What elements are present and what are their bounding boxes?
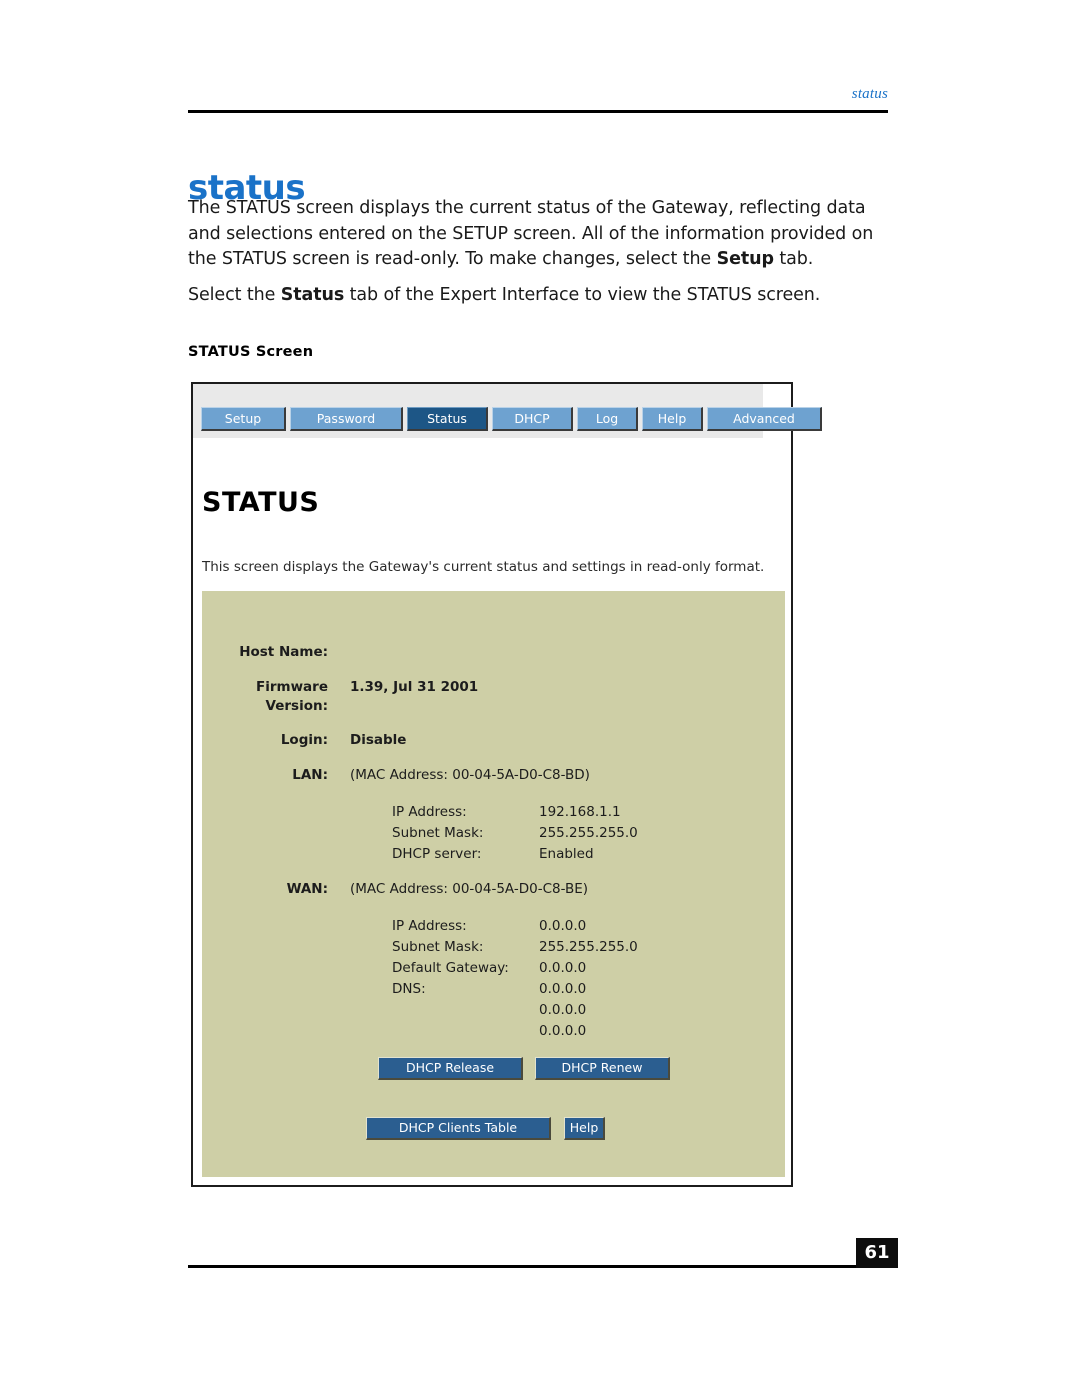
tab-help[interactable]: Help: [642, 407, 703, 431]
host-name-label: Host Name:: [239, 644, 328, 660]
login-value: Disable: [350, 732, 407, 748]
paragraph-1: The STATUS screen displays the current s…: [188, 196, 888, 273]
tab-status[interactable]: Status: [407, 407, 488, 431]
wan-dns-value-3: 0.0.0.0: [539, 1023, 587, 1039]
wan-default-gateway-value: 0.0.0.0: [539, 960, 587, 976]
lan-subnet-mask-value: 255.255.255.0: [539, 825, 638, 841]
wan-default-gateway-label: Default Gateway:: [392, 960, 509, 976]
wan-dns-label: DNS:: [392, 981, 426, 997]
firmware-label-line2: Version:: [265, 698, 328, 714]
lan-dhcp-server-label: DHCP server:: [392, 846, 482, 862]
tab-password[interactable]: Password: [290, 407, 403, 431]
wan-subnet-mask-value: 255.255.255.0: [539, 939, 638, 955]
paragraph-2-part2: tab of the Expert Interface to view the …: [344, 284, 821, 305]
screen-title: STATUS: [202, 487, 320, 518]
lan-subnet-mask-label: Subnet Mask:: [392, 825, 484, 841]
wan-dns-value-2: 0.0.0.0: [539, 1002, 587, 1018]
screenshot-frame: Setup Password Status DHCP Log Help Adva…: [191, 382, 822, 1187]
wan-ip-address-value: 0.0.0.0: [539, 918, 587, 934]
lan-mac-address: (MAC Address: 00-04-5A-D0-C8-BD): [350, 767, 590, 783]
header-rule: [188, 110, 888, 113]
tab-setup[interactable]: Setup: [201, 407, 286, 431]
lan-label: LAN:: [292, 767, 328, 783]
wan-label: WAN:: [286, 881, 328, 897]
wan-subnet-mask-label: Subnet Mask:: [392, 939, 484, 955]
firmware-label-line1: Firmware: [256, 679, 328, 695]
tab-log[interactable]: Log: [577, 407, 638, 431]
page-number: 61: [856, 1238, 898, 1268]
paragraph-1-part2: tab.: [773, 249, 814, 269]
login-label: Login:: [280, 732, 328, 748]
wan-mac-address: (MAC Address: 00-04-5A-D0-C8-BE): [350, 881, 589, 897]
tab-dhcp[interactable]: DHCP: [492, 407, 573, 431]
paragraph-2-part1: Select the: [188, 284, 281, 305]
section-label: STATUS Screen: [188, 344, 314, 360]
dhcp-renew-button[interactable]: DHCP Renew: [535, 1057, 670, 1080]
wan-ip-address-label: IP Address:: [392, 918, 467, 934]
wan-dns-value-1: 0.0.0.0: [539, 981, 587, 997]
running-header: status: [851, 86, 888, 102]
dhcp-release-button[interactable]: DHCP Release: [378, 1057, 523, 1080]
tab-strip: Setup Password Status DHCP Log Help Adva…: [193, 384, 822, 438]
body-copy: The STATUS screen displays the current s…: [188, 196, 888, 318]
screen-description: This screen displays the Gateway's curre…: [202, 559, 765, 575]
paragraph-2: Select the Status tab of the Expert Inte…: [188, 283, 888, 309]
footer-rule: [188, 1265, 888, 1268]
paragraph-1-bold-setup: Setup: [716, 249, 774, 269]
tab-advanced[interactable]: Advanced: [707, 407, 822, 431]
lan-ip-address-label: IP Address:: [392, 804, 467, 820]
dhcp-clients-table-button[interactable]: DHCP Clients Table: [366, 1117, 551, 1140]
status-panel: Host Name: Firmware Version: 1.39, Jul 3…: [202, 591, 785, 1177]
tab-row: Setup Password Status DHCP Log Help Adva…: [201, 407, 822, 431]
lan-dhcp-server-value: Enabled: [539, 846, 594, 862]
help-button[interactable]: Help: [564, 1117, 605, 1140]
lan-ip-address-value: 192.168.1.1: [539, 804, 621, 820]
paragraph-2-bold-status: Status: [280, 284, 345, 305]
firmware-value: 1.39, Jul 31 2001: [350, 679, 479, 695]
